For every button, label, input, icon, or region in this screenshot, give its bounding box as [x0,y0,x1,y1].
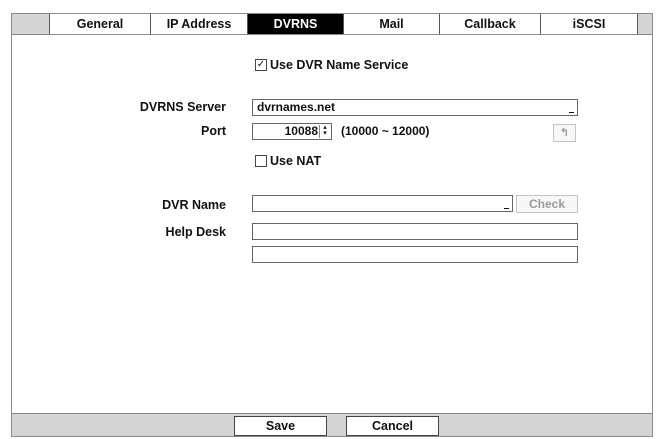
dvr-name-label: DVR Name [162,198,226,212]
tab-dvrns[interactable]: DVRNS [247,14,343,34]
port-spinner[interactable]: ▴ ▾ [319,124,330,138]
use-nat-checkbox[interactable] [255,155,267,167]
help-desk-input-line1[interactable] [252,223,578,240]
use-dvrns-checkbox[interactable]: ✓ [255,59,267,71]
port-value: 10088 [284,124,318,138]
tab-iscsi[interactable]: iSCSI [540,14,638,34]
dvr-name-input[interactable] [252,195,513,212]
input-caret-icon [569,112,574,113]
revert-icon: ↰ [559,127,570,139]
tab-general[interactable]: General [49,14,150,34]
input-caret-icon [504,208,509,209]
help-desk-input-line2[interactable] [252,246,578,263]
dvrns-server-value: dvrnames.net [257,100,336,114]
port-label: Port [201,124,226,138]
use-dvrns-label: Use DVR Name Service [270,58,409,72]
dvrns-server-label: DVRNS Server [139,100,226,114]
tab-callback[interactable]: Callback [439,14,540,34]
port-range-hint: (10000 ~ 12000) [341,124,430,138]
port-input[interactable]: 10088 ▴ ▾ [252,123,332,140]
cancel-button[interactable]: Cancel [346,416,439,436]
tab-bar: General IP Address DVRNS Mail Callback i… [12,14,652,35]
revert-button[interactable]: ↰ [553,124,576,142]
spinner-down-icon[interactable]: ▾ [320,130,330,137]
help-desk-label: Help Desk [165,225,226,239]
tab-ip-address[interactable]: IP Address [150,14,247,34]
save-button[interactable]: Save [234,416,327,436]
check-button[interactable]: Check [516,195,578,213]
dvrns-server-input[interactable]: dvrnames.net [252,99,578,116]
footer-bar: Save Cancel [12,413,652,436]
use-nat-label: Use NAT [270,154,322,168]
tab-mail[interactable]: Mail [343,14,439,34]
dvrns-settings-panel: General IP Address DVRNS Mail Callback i… [11,13,653,437]
